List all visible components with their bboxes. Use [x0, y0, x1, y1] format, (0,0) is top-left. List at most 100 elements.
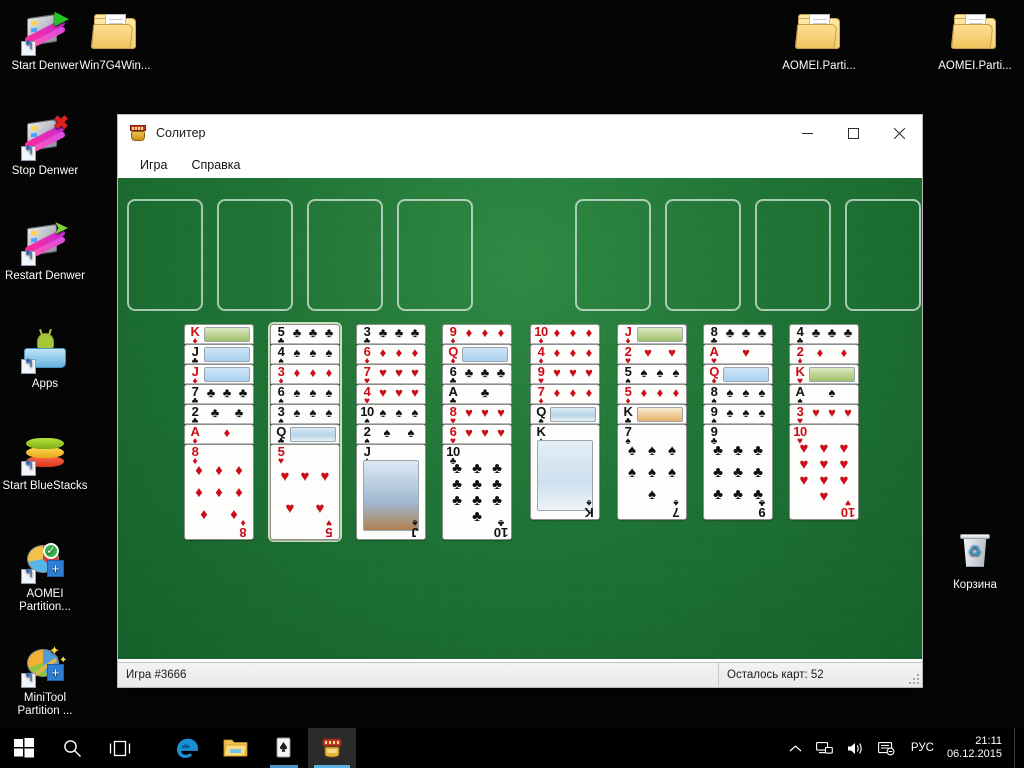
- foundation-2[interactable]: [665, 199, 741, 311]
- card-5-♦[interactable]: 5 ♦ ♦ ♦ ♦: [617, 384, 687, 404]
- foundation-3[interactable]: [755, 199, 831, 311]
- desktop-icon-recycle-bin[interactable]: ♻ Корзина: [932, 527, 1018, 592]
- menu-item-help[interactable]: Справка: [181, 155, 250, 175]
- card-2-♠[interactable]: 2 ♠ ♠ ♠: [356, 424, 426, 444]
- tray-network-icon[interactable]: [809, 741, 840, 756]
- taskbar-app-file-explorer[interactable]: [212, 728, 260, 768]
- card-K-♣[interactable]: K ♣: [617, 404, 687, 424]
- tableau-column-8[interactable]: 4 ♣ ♣ ♣ ♣ 2 ♦ ♦ ♦ K ♥ A ♠ ♠ 3 ♥ ♥ ♥ ♥ 10 ♥ ♥ ♥ ♥ ♥ ♥ ♥ ♥ ♥ ♥ ♥ 10 ♥: [789, 324, 859, 520]
- desktop-icon-restart-denwer[interactable]: ➤ Restart Denwer: [2, 218, 88, 283]
- card-5-♣[interactable]: 5 ♣ ♣ ♣ ♣: [270, 324, 340, 344]
- card-Q-♠[interactable]: Q ♠: [530, 404, 600, 424]
- tableau-column-4[interactable]: 9 ♦ ♦ ♦ ♦ Q ♦ 6 ♣ ♣ ♣ ♣ A ♣ ♣ 8 ♥ ♥ ♥ ♥ 6 ♥ ♥ ♥ ♥ 10 ♣ ♣ ♣ ♣ ♣ ♣ ♣ ♣ ♣ ♣ ♣ 10…: [442, 324, 512, 540]
- desktop-icon-aomei-parti-1[interactable]: AOMEI.Parti...: [776, 8, 862, 73]
- tableau-column-5[interactable]: 10♦ ♦♦♦ 4♦ ♦♦♦ 9♥ ♥♥♥ 7♦ ♦♦♦ Q♠K♠K♠: [530, 324, 600, 520]
- card-6-♣[interactable]: 6 ♣ ♣ ♣ ♣: [442, 364, 512, 384]
- close-button[interactable]: [876, 115, 922, 151]
- card-2-♣[interactable]: 2 ♣ ♣ ♣: [184, 404, 254, 424]
- card-7-♦[interactable]: 7 ♦ ♦ ♦ ♦: [530, 384, 600, 404]
- card-A-♣[interactable]: A ♣ ♣: [442, 384, 512, 404]
- taskbar-app-solitaire[interactable]: [308, 728, 356, 768]
- card-6-♦[interactable]: 6 ♦ ♦ ♦ ♦: [356, 344, 426, 364]
- card-3-♠[interactable]: 3 ♠ ♠ ♠ ♠: [270, 404, 340, 424]
- tableau-column-7[interactable]: 8 ♣ ♣ ♣ ♣ A ♥ ♥ Q ♦ 8 ♠ ♠ ♠ ♠ 9 ♠ ♠ ♠ ♠ 9 ♣ ♣ ♣ ♣ ♣ ♣ ♣ ♣ ♣ ♣ 9 ♣: [703, 324, 773, 520]
- card-5-♥[interactable]: 5 ♥ ♥ ♥ ♥ ♥ ♥ 5 ♥: [270, 444, 340, 540]
- card-10-♠[interactable]: 10 ♠ ♠ ♠ ♠: [356, 404, 426, 424]
- foundation-1[interactable]: [575, 199, 651, 311]
- window-titlebar[interactable]: Солитер: [118, 115, 922, 151]
- card-9-♣[interactable]: 9 ♣ ♣ ♣ ♣ ♣ ♣ ♣ ♣ ♣ ♣ 9 ♣: [703, 424, 773, 520]
- tray-clock[interactable]: 21:11 06.12.2015: [943, 735, 1014, 761]
- tableau-column-3[interactable]: 3♣ ♣♣♣ 6♦ ♦♦♦ 7♥ ♥♥♥ 4♥ ♥♥♥ 10♠ ♠♠♠ 2♠ ♠♠ J♠J♠: [356, 324, 426, 540]
- tableau-column-2[interactable]: 5 ♣ ♣ ♣ ♣ 4 ♠ ♠ ♠ ♠ 3 ♦ ♦ ♦ ♦ 6 ♠ ♠ ♠ ♠ 3 ♠ ♠ ♠ ♠ Q ♣ 5 ♥ ♥ ♥ ♥ ♥ ♥ 5 ♥: [270, 324, 340, 540]
- card-Q-♦[interactable]: Q ♦: [442, 344, 512, 364]
- desktop-icon-aomei-parti-2[interactable]: AOMEI.Parti...: [932, 8, 1018, 73]
- card-K-♥[interactable]: K ♥: [789, 364, 859, 384]
- card-6-♠[interactable]: 6 ♠ ♠ ♠ ♠: [270, 384, 340, 404]
- card-4-♥[interactable]: 4 ♥ ♥ ♥ ♥: [356, 384, 426, 404]
- desktop-icon-minitool-partition[interactable]: ✦ ✦ + MiniTool Partition ...: [2, 640, 88, 718]
- card-8-♠[interactable]: 8 ♠ ♠ ♠ ♠: [703, 384, 773, 404]
- card-10-♥[interactable]: 10 ♥ ♥ ♥ ♥ ♥ ♥ ♥ ♥ ♥ ♥ ♥ 10 ♥: [789, 424, 859, 520]
- card-7-♠[interactable]: 7 ♠ ♠ ♠ ♠ ♠ ♠ ♠ ♠ 7 ♠: [617, 424, 687, 520]
- tableau-column-6[interactable]: J ♦ 2 ♥ ♥ ♥ 5 ♠ ♠ ♠ ♠ 5 ♦ ♦ ♦ ♦ K ♣ 7 ♠ ♠ ♠ ♠ ♠ ♠ ♠ ♠ 7 ♠: [617, 324, 687, 520]
- card-2-♦[interactable]: 2 ♦ ♦ ♦: [789, 344, 859, 364]
- card-A-♥[interactable]: A ♥ ♥: [703, 344, 773, 364]
- tray-chevron-up-icon[interactable]: [782, 744, 809, 753]
- card-A-♦[interactable]: A ♦ ♦: [184, 424, 254, 444]
- tray-language-indicator[interactable]: РУС: [902, 742, 943, 754]
- desktop-icon-start-bluestacks[interactable]: Start BlueStacks: [2, 428, 88, 493]
- tray-volume-icon[interactable]: [840, 741, 871, 756]
- card-9-♠[interactable]: 9 ♠ ♠ ♠ ♠: [703, 404, 773, 424]
- start-button[interactable]: [0, 728, 48, 768]
- desktop-icon-stop-denwer[interactable]: ✖ Stop Denwer: [2, 113, 88, 178]
- card-8-♣[interactable]: 8 ♣ ♣ ♣ ♣: [703, 324, 773, 344]
- game-board[interactable]: K ♦ J ♣ J ♦ 7 ♣ ♣ ♣ ♣ 2 ♣ ♣ ♣ A ♦ ♦ 8 ♦ ♦ ♦ ♦ ♦ ♦ ♦ ♦ ♦ 8 ♦ 5 ♣ ♣ ♣ ♣ 4 ♠ ♠ ♠ ♠…: [118, 178, 922, 659]
- desktop-icon-apps[interactable]: Apps: [2, 326, 88, 391]
- card-10-♦[interactable]: 10 ♦ ♦ ♦ ♦: [530, 324, 600, 344]
- card-8-♥[interactable]: 8 ♥ ♥ ♥ ♥: [442, 404, 512, 424]
- free-cell-2[interactable]: [217, 199, 293, 311]
- card-7-♣[interactable]: 7 ♣ ♣ ♣ ♣: [184, 384, 254, 404]
- card-Q-♦[interactable]: Q ♦: [703, 364, 773, 384]
- card-9-♦[interactable]: 9 ♦ ♦ ♦ ♦: [442, 324, 512, 344]
- card-4-♠[interactable]: 4 ♠ ♠ ♠ ♠: [270, 344, 340, 364]
- desktop-icon-aomei-partition[interactable]: ✓+ AOMEI Partition...: [2, 536, 88, 614]
- card-3-♥[interactable]: 3 ♥ ♥ ♥ ♥: [789, 404, 859, 424]
- card-K-♠[interactable]: K♠K♠: [530, 424, 600, 520]
- card-3-♣[interactable]: 3 ♣ ♣ ♣ ♣: [356, 324, 426, 344]
- desktop-icon-win7g4win[interactable]: Win7G4Win...: [72, 8, 158, 73]
- tray-action-center-icon[interactable]: [871, 741, 902, 756]
- card-J-♠[interactable]: J♠J♠: [356, 444, 426, 540]
- search-button[interactable]: [48, 728, 96, 768]
- card-J-♦[interactable]: J ♦: [184, 364, 254, 384]
- card-9-♥[interactable]: 9 ♥ ♥ ♥ ♥: [530, 364, 600, 384]
- foundation-4[interactable]: [845, 199, 921, 311]
- tableau-column-1[interactable]: K ♦ J ♣ J ♦ 7 ♣ ♣ ♣ ♣ 2 ♣ ♣ ♣ A ♦ ♦ 8 ♦ ♦ ♦ ♦ ♦ ♦ ♦ ♦ ♦ 8 ♦: [184, 324, 254, 540]
- card-8-♦[interactable]: 8 ♦ ♦ ♦ ♦ ♦ ♦ ♦ ♦ ♦ 8 ♦: [184, 444, 254, 540]
- free-cell-4[interactable]: [397, 199, 473, 311]
- taskbar-app-edge[interactable]: [164, 728, 212, 768]
- card-4-♣[interactable]: 4 ♣ ♣ ♣ ♣: [789, 324, 859, 344]
- card-J-♦[interactable]: J ♦: [617, 324, 687, 344]
- card-K-♦[interactable]: K ♦: [184, 324, 254, 344]
- free-cell-3[interactable]: [307, 199, 383, 311]
- card-10-♣[interactable]: 10 ♣ ♣ ♣ ♣ ♣ ♣ ♣ ♣ ♣ ♣ ♣ 10 ♣: [442, 444, 512, 540]
- show-desktop-button[interactable]: [1014, 728, 1024, 768]
- menu-item-game[interactable]: Игра: [130, 155, 177, 175]
- maximize-button[interactable]: [830, 115, 876, 151]
- task-view-button[interactable]: [96, 728, 144, 768]
- resize-grip[interactable]: [908, 673, 920, 685]
- card-4-♦[interactable]: 4 ♦ ♦ ♦ ♦: [530, 344, 600, 364]
- card-Q-♣[interactable]: Q ♣: [270, 424, 340, 444]
- card-3-♦[interactable]: 3 ♦ ♦ ♦ ♦: [270, 364, 340, 384]
- minimize-button[interactable]: [784, 115, 830, 151]
- taskbar-app-solitaire-collection[interactable]: [260, 728, 308, 768]
- free-cell-1[interactable]: [127, 199, 203, 311]
- card-2-♥[interactable]: 2 ♥ ♥ ♥: [617, 344, 687, 364]
- card-5-♠[interactable]: 5 ♠ ♠ ♠ ♠: [617, 364, 687, 384]
- card-6-♥[interactable]: 6 ♥ ♥ ♥ ♥: [442, 424, 512, 444]
- card-A-♠[interactable]: A ♠ ♠: [789, 384, 859, 404]
- card-7-♥[interactable]: 7 ♥ ♥ ♥ ♥: [356, 364, 426, 384]
- card-J-♣[interactable]: J ♣: [184, 344, 254, 364]
